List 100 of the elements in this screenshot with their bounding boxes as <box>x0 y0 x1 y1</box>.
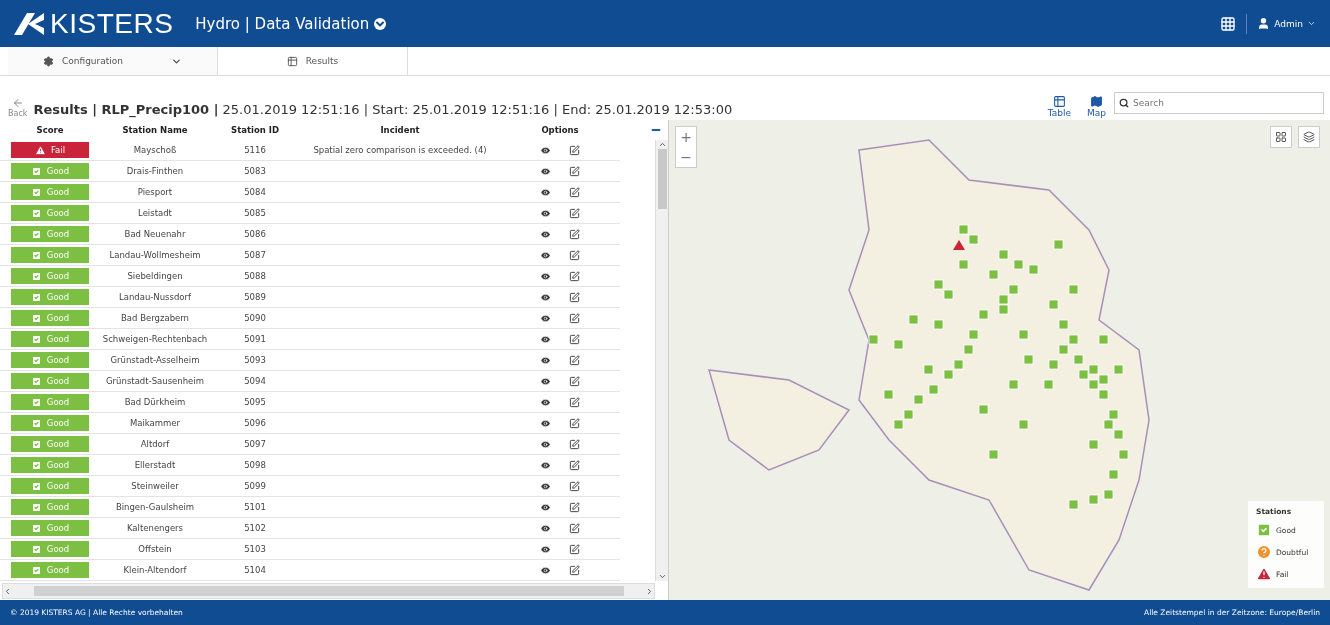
score-badge: Good <box>11 184 89 200</box>
edit-icon[interactable] <box>569 459 580 471</box>
layout-button[interactable] <box>1270 126 1292 148</box>
score-badge: Good <box>11 268 89 284</box>
edit-icon[interactable] <box>569 501 580 513</box>
view-icon[interactable] <box>540 228 551 240</box>
edit-icon[interactable] <box>569 249 580 261</box>
edit-icon[interactable] <box>569 375 580 387</box>
scroll-down-icon[interactable] <box>657 572 667 581</box>
view-icon[interactable] <box>540 564 551 576</box>
score-badge: Good <box>11 247 89 263</box>
checkbox-icon <box>30 543 42 555</box>
table-cell: 5084 <box>210 182 300 203</box>
view-icon[interactable] <box>540 144 551 156</box>
search-icon <box>1119 98 1129 108</box>
view-icon[interactable] <box>540 480 551 492</box>
checkbox-icon <box>30 186 42 198</box>
edit-icon[interactable] <box>569 543 580 555</box>
table-cell: 5104 <box>210 560 300 581</box>
table-cell: 5096 <box>210 413 300 434</box>
view-icon[interactable] <box>540 543 551 555</box>
score-badge: Good <box>11 205 89 221</box>
chevron-down-icon[interactable] <box>374 17 387 30</box>
table-cell: Schweigen-Rechtenbach <box>100 329 210 350</box>
column-header: Station ID <box>230 124 280 137</box>
logo-mark-icon <box>14 12 44 35</box>
apps-grid-icon[interactable] <box>1220 15 1237 32</box>
fail-icon <box>1256 566 1272 582</box>
logo-text: KISTERS <box>50 7 174 40</box>
table-cell: Kaltenengers <box>100 518 210 539</box>
view-icon[interactable] <box>540 312 551 324</box>
table-cell: 5086 <box>210 224 300 245</box>
view-button[interactable]: Map <box>1079 95 1114 118</box>
edit-icon[interactable] <box>569 312 580 324</box>
view-icon[interactable] <box>540 207 551 219</box>
layers-button[interactable] <box>1298 126 1320 148</box>
edit-icon[interactable] <box>569 165 580 177</box>
view-icon[interactable] <box>540 249 551 261</box>
view-icon[interactable] <box>540 459 551 471</box>
vertical-scrollbar[interactable] <box>655 140 668 581</box>
scroll-right-icon[interactable] <box>645 586 654 596</box>
edit-icon[interactable] <box>569 564 580 576</box>
table-cell: 5097 <box>210 434 300 455</box>
edit-icon[interactable] <box>569 354 580 366</box>
edit-icon[interactable] <box>569 270 580 282</box>
table-cell: Bad Bergzabern <box>100 308 210 329</box>
scroll-left-icon[interactable] <box>3 586 12 596</box>
view-icon[interactable] <box>540 375 551 387</box>
edit-icon[interactable] <box>569 186 580 198</box>
checkbox-icon <box>30 522 42 534</box>
table-cell: 5095 <box>210 392 300 413</box>
table-cell: 5083 <box>210 161 300 182</box>
view-icon[interactable] <box>540 354 551 366</box>
table-cell: Maikammer <box>100 413 210 434</box>
checkbox-icon <box>30 312 42 324</box>
search-field[interactable]: Search <box>1114 92 1324 114</box>
table-cell: 5099 <box>210 476 300 497</box>
score-badge: Good <box>11 331 89 347</box>
checkbox-icon <box>30 291 42 303</box>
table-cell: 5088 <box>210 266 300 287</box>
score-badge: Good <box>11 373 89 389</box>
view-icon[interactable] <box>540 522 551 534</box>
table-cell: 5089 <box>210 287 300 308</box>
view-icon[interactable] <box>540 270 551 282</box>
edit-icon[interactable] <box>569 291 580 303</box>
score-badge: Good <box>11 352 89 368</box>
edit-icon[interactable] <box>569 144 580 156</box>
edit-icon[interactable] <box>569 522 580 534</box>
horizontal-scrollbar[interactable] <box>2 583 655 599</box>
view-icon[interactable] <box>540 396 551 408</box>
table-cell: 5093 <box>210 350 300 371</box>
app-title[interactable]: Hydro | Data Validation <box>195 14 387 33</box>
edit-icon[interactable] <box>569 333 580 345</box>
table-cell: Spatial zero comparison is exceeded. (4) <box>300 140 500 161</box>
checkbox-icon <box>30 501 42 513</box>
scroll-up-icon[interactable] <box>657 140 667 149</box>
view-button[interactable]: Table <box>1039 95 1079 118</box>
view-icon[interactable] <box>540 501 551 513</box>
station-markers-drawing[interactable] <box>868 224 1129 510</box>
view-icon[interactable] <box>540 333 551 345</box>
table-cell: Landau-Wollmesheim <box>100 245 210 266</box>
table-cell: 5116 <box>210 140 300 161</box>
table-cell: Landau-Nussdorf <box>100 287 210 308</box>
edit-icon[interactable] <box>569 417 580 429</box>
user-menu[interactable]: Admin <box>1257 17 1316 30</box>
edit-icon[interactable] <box>569 207 580 219</box>
back-button[interactable]: Back <box>8 97 28 118</box>
view-icon[interactable] <box>540 165 551 177</box>
edit-icon[interactable] <box>569 396 580 408</box>
scrollbar-thumb[interactable] <box>657 149 667 209</box>
nav-tab[interactable]: Configuration <box>8 47 218 75</box>
view-icon[interactable] <box>540 291 551 303</box>
column-header: Incident <box>379 124 421 137</box>
edit-icon[interactable] <box>569 480 580 492</box>
scrollbar-thumb[interactable] <box>33 586 624 596</box>
view-icon[interactable] <box>540 417 551 429</box>
view-icon[interactable] <box>540 438 551 450</box>
edit-icon[interactable] <box>569 228 580 240</box>
edit-icon[interactable] <box>569 438 580 450</box>
view-icon[interactable] <box>540 186 551 198</box>
